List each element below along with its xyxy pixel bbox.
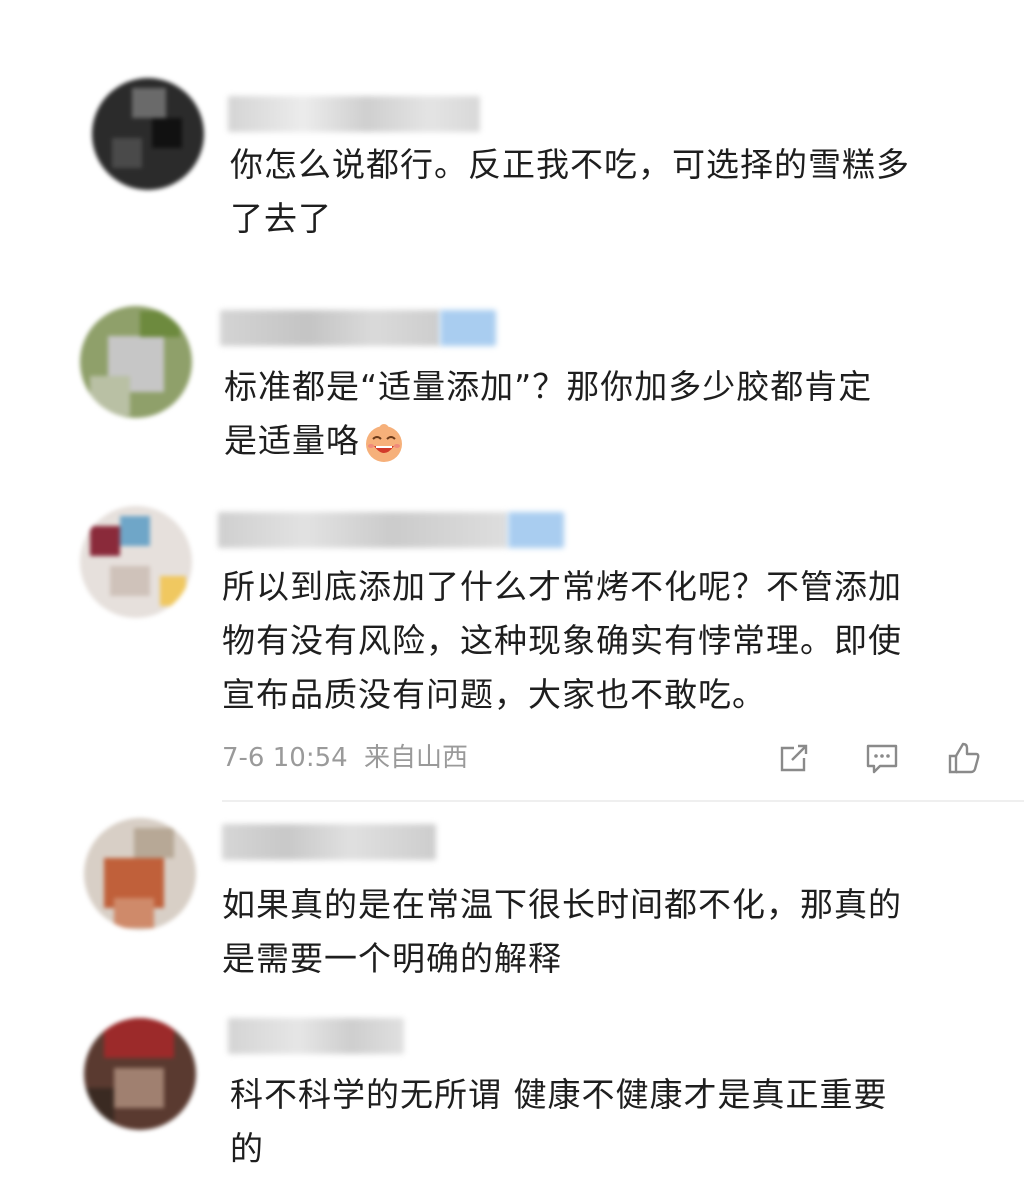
avatar[interactable]	[80, 506, 192, 618]
avatar[interactable]	[84, 818, 196, 930]
like-icon[interactable]	[944, 738, 984, 778]
username-blurred[interactable]	[228, 96, 480, 132]
laughing-face-emoji-icon	[366, 423, 402, 462]
username-blurred[interactable]	[220, 310, 440, 346]
comment-text: 科不科学的无所谓 健康不健康才是真正重要 的	[230, 1075, 888, 1168]
divider	[222, 800, 1024, 802]
share-icon[interactable]	[774, 738, 814, 778]
comment-text: 所以到底添加了什么才常烤不化呢？不管添加 物有没有风险，这种现象确实有悖常理。即…	[222, 567, 902, 714]
vip-badge-icon	[440, 310, 496, 346]
vip-badge-icon	[508, 512, 564, 548]
comment-text: 标准都是“适量添加”？那你加多少胶都肯定 是适量咯	[224, 360, 872, 468]
avatar[interactable]	[92, 78, 204, 190]
comment-meta: 7-6 10:54 来自山西	[222, 738, 1002, 778]
comment-time: 7-6 10:54	[222, 743, 348, 773]
comment-icon[interactable]	[862, 738, 902, 778]
comment-text: 你怎么说都行。反正我不吃，可选择的雪糕多 了去了	[230, 145, 910, 238]
comment-text: 如果真的是在常温下很长时间都不化，那真的 是需要一个明确的解释	[222, 885, 902, 978]
avatar[interactable]	[84, 1018, 196, 1130]
comment-location: 来自山西	[363, 743, 468, 773]
username-blurred[interactable]	[218, 512, 508, 548]
username-blurred[interactable]	[222, 824, 436, 860]
avatar[interactable]	[80, 306, 192, 418]
username-blurred[interactable]	[228, 1018, 404, 1054]
